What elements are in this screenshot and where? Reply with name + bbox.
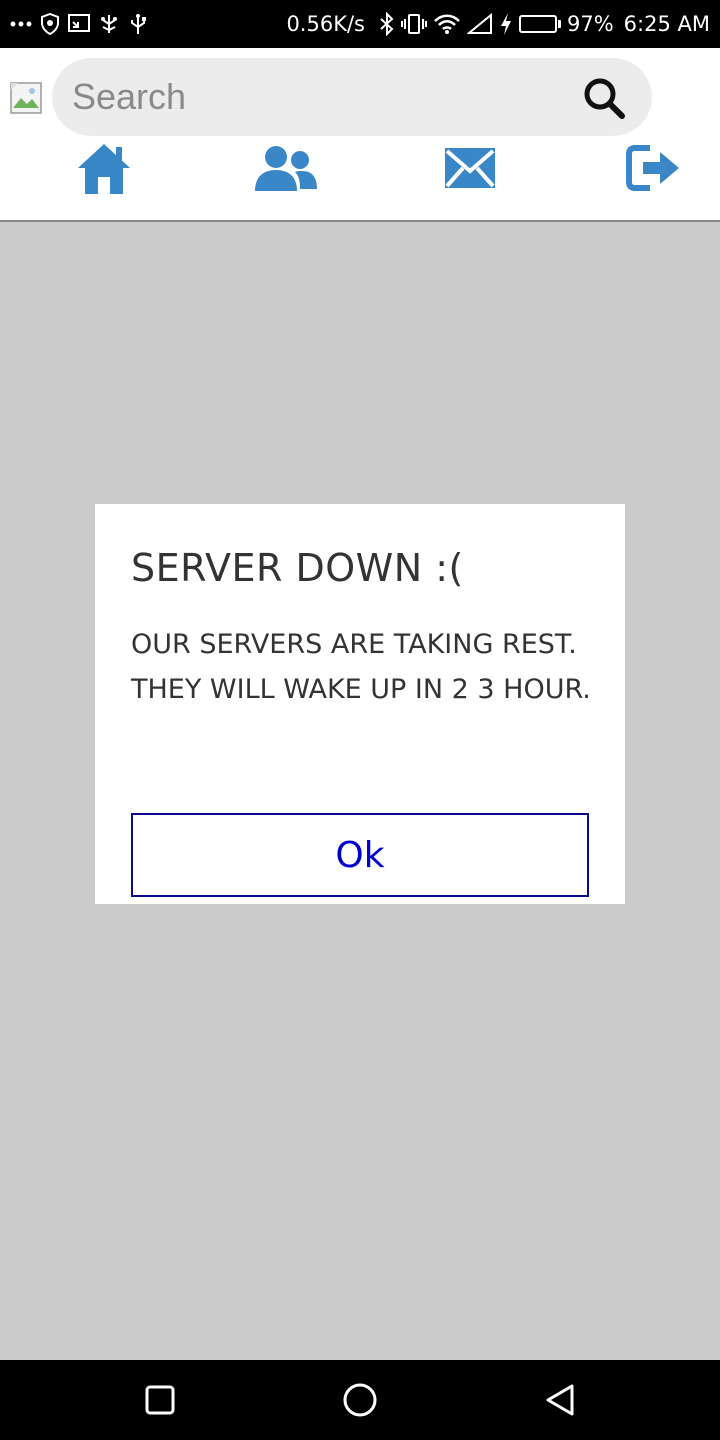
back-icon[interactable] [540, 1380, 580, 1420]
app-header [0, 48, 720, 222]
usb-icon [128, 13, 148, 35]
server-down-dialog: SERVER DOWN :( OUR SERVERS ARE TAKING RE… [95, 504, 625, 904]
network-speed: 0.56K/s [286, 12, 365, 36]
home-circle-icon[interactable] [340, 1380, 380, 1420]
shield-icon [40, 13, 60, 35]
signal-icon [466, 13, 493, 35]
more-icon [10, 21, 32, 27]
wifi-icon [433, 13, 461, 35]
people-icon[interactable] [250, 138, 322, 198]
search-icon[interactable] [582, 76, 626, 120]
status-bar-right: 0.56K/s 97% 6:25 AM [286, 10, 710, 38]
charging-icon [499, 12, 513, 36]
battery-percent: 97% [566, 12, 614, 36]
bluetooth-icon [379, 12, 395, 36]
cast-icon [68, 14, 90, 34]
recents-icon[interactable] [140, 1380, 180, 1420]
status-bar: 0.56K/s 97% 6:25 AM [0, 0, 720, 48]
broken-image-icon [10, 82, 42, 114]
search-input[interactable] [72, 58, 562, 136]
vibrate-icon [400, 13, 427, 35]
dialog-message: OUR SERVERS ARE TAKING REST. THEY WILL W… [131, 629, 591, 705]
status-bar-left [10, 10, 148, 38]
logout-icon[interactable] [618, 138, 690, 198]
battery-icon [518, 15, 561, 33]
search-bar [52, 58, 652, 136]
usb-debug-icon [98, 13, 120, 35]
dialog-title: SERVER DOWN :( [131, 546, 464, 590]
home-icon[interactable] [68, 138, 140, 198]
mail-icon[interactable] [434, 138, 506, 198]
clock: 6:25 AM [623, 12, 710, 36]
system-nav-bar [0, 1360, 720, 1440]
ok-button[interactable]: Ok [131, 813, 589, 897]
